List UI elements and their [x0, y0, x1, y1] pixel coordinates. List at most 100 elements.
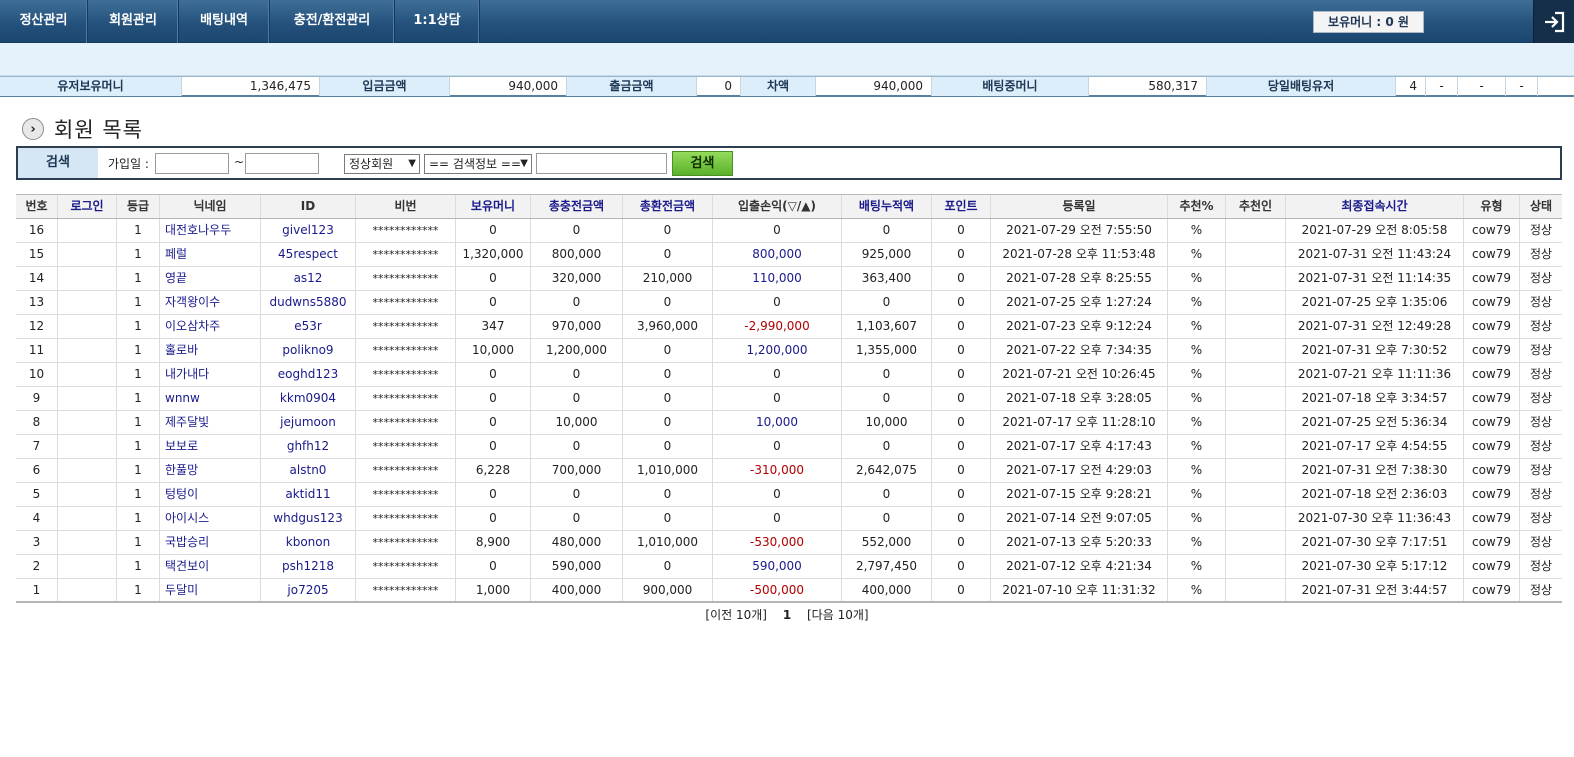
cell-nickname[interactable]: 자객왕이수	[160, 291, 261, 314]
col-header-money[interactable]: 보유머니	[456, 195, 531, 218]
table-row[interactable]: 11 1 홀로바 polikno9 ************ 10,000 1,200,00…	[16, 339, 1562, 363]
cell-id[interactable]: kbonon	[261, 531, 356, 554]
cell-id[interactable]: jejumoon	[261, 411, 356, 434]
cell-registered: 2021-07-13 오후 5:20:33	[991, 531, 1168, 554]
nav-item-charge-exchange[interactable]: 충전/환전관리	[270, 0, 395, 43]
current-page[interactable]: 1	[783, 608, 791, 622]
cell-id[interactable]: psh1218	[261, 555, 356, 578]
cell-id[interactable]: 45respect	[261, 243, 356, 266]
next-page-link[interactable]: [다음 10개]	[807, 608, 869, 622]
col-header-total-exchange[interactable]: 총환전금액	[623, 195, 713, 218]
table-row[interactable]: 12 1 이오삼차주 e53r ************ 347 970,000 3,960,…	[16, 315, 1562, 339]
table-row[interactable]: 7 1 보보로 ghfh12 ************ 0 0 0 0 0 0 2021-07-17 …	[16, 435, 1562, 459]
cell-id[interactable]: dudwns5880	[261, 291, 356, 314]
join-date-from-input[interactable]	[155, 153, 229, 174]
cell-nickname[interactable]: 두달미	[160, 579, 261, 601]
cell-id[interactable]: ghfh12	[261, 435, 356, 458]
cell-id[interactable]: as12	[261, 267, 356, 290]
col-header-point[interactable]: 포인트	[932, 195, 991, 218]
table-row[interactable]: 10 1 내가내다 eoghd123 ************ 0 0 0 0 0 0 2021-07…	[16, 363, 1562, 387]
cell-id[interactable]: kkm0904	[261, 387, 356, 410]
table-row[interactable]: 2 1 택견보이 psh1218 ************ 0 590,000 0 590,00…	[16, 555, 1562, 579]
col-header-no[interactable]: 번호	[16, 195, 58, 218]
col-header-password[interactable]: 비번	[356, 195, 456, 218]
col-header-registered[interactable]: 등록일	[991, 195, 1168, 218]
table-row[interactable]: 5 1 텅텅이 aktid11 ************ 0 0 0 0 0 0 2021-07-15…	[16, 483, 1562, 507]
cell-referral-percent: %	[1168, 339, 1226, 362]
pagination: [이전 10개] 1 [다음 10개]	[0, 606, 1574, 623]
cell-id[interactable]: eoghd123	[261, 363, 356, 386]
cell-nickname[interactable]: 이오삼차주	[160, 315, 261, 338]
cell-nickname[interactable]: 택견보이	[160, 555, 261, 578]
cell-nickname[interactable]: 제주달빛	[160, 411, 261, 434]
search-field-select[interactable]: == 검색정보 == ▼	[424, 154, 532, 174]
cell-last-access: 2021-07-31 오전 11:43:24	[1286, 243, 1464, 266]
table-row[interactable]: 8 1 제주달빛 jejumoon ************ 0 10,000 0 10,000…	[16, 411, 1562, 435]
cell-id[interactable]: aktid11	[261, 483, 356, 506]
nav-item-bets[interactable]: 배팅내역	[179, 0, 270, 43]
cell-nickname[interactable]: 보보로	[160, 435, 261, 458]
cell-id[interactable]: e53r	[261, 315, 356, 338]
table-row[interactable]: 16 1 대전호나우두 givel123 ************ 0 0 0 0 0 0 2021-…	[16, 219, 1562, 243]
cell-level: 1	[117, 267, 160, 290]
col-header-type[interactable]: 유형	[1464, 195, 1520, 218]
cell-id[interactable]: alstn0	[261, 459, 356, 482]
cell-registered: 2021-07-14 오전 9:07:05	[991, 507, 1168, 530]
nav-item-settlement[interactable]: 정산관리	[0, 0, 88, 43]
logout-button[interactable]	[1533, 0, 1574, 43]
table-row[interactable]: 1 1 두달미 jo7205 ************ 1,000 400,000 900,0…	[16, 579, 1562, 603]
col-header-status[interactable]: 상태	[1520, 195, 1562, 218]
cell-nickname[interactable]: 아이시스	[160, 507, 261, 530]
col-header-total-charge[interactable]: 총충전금액	[531, 195, 623, 218]
table-row[interactable]: 3 1 국밥승리 kbonon ************ 8,900 480,000 1,01…	[16, 531, 1562, 555]
col-header-bet-total[interactable]: 배팅누적액	[842, 195, 932, 218]
cell-nickname[interactable]: 페럴	[160, 243, 261, 266]
nav-item-members[interactable]: 회원관리	[88, 0, 179, 43]
cell-last-access: 2021-07-21 오후 11:11:36	[1286, 363, 1464, 386]
member-table: 번호 로그인 등급 닉네임 ID 비번 보유머니 총충전금액 총환전금액 입출손…	[16, 194, 1562, 603]
search-keyword-input[interactable]	[536, 153, 667, 174]
cell-id[interactable]: whdgus123	[261, 507, 356, 530]
cell-money: 0	[456, 555, 531, 578]
col-header-nickname[interactable]: 닉네임	[160, 195, 261, 218]
cell-id[interactable]: jo7205	[261, 579, 356, 601]
col-header-login[interactable]: 로그인	[58, 195, 117, 218]
cell-no: 15	[16, 243, 58, 266]
col-header-referral-percent[interactable]: 추천%	[1168, 195, 1226, 218]
nav-item-support[interactable]: 1:1상담	[395, 0, 480, 43]
table-row[interactable]: 15 1 페럴 45respect ************ 1,320,000 800,0…	[16, 243, 1562, 267]
cell-money: 0	[456, 411, 531, 434]
member-status-select[interactable]: 정상회원 ▼	[344, 154, 420, 174]
table-row[interactable]: 13 1 자객왕이수 dudwns5880 ************ 0 0 0 0 0 0 2021…	[16, 291, 1562, 315]
table-row[interactable]: 6 1 한풀망 alstn0 ************ 6,228 700,000 1,010…	[16, 459, 1562, 483]
prev-page-link[interactable]: [이전 10개]	[705, 608, 767, 622]
cell-password: ************	[356, 219, 456, 242]
table-row[interactable]: 4 1 아이시스 whdgus123 ************ 0 0 0 0 0 0 2021-07…	[16, 507, 1562, 531]
col-header-profit[interactable]: 입출손익(▽/▲)	[713, 195, 842, 218]
col-header-referrer[interactable]: 추천인	[1226, 195, 1286, 218]
cell-no: 9	[16, 387, 58, 410]
table-row[interactable]: 14 1 영끝 as12 ************ 0 320,000 210,000 110,…	[16, 267, 1562, 291]
cell-nickname[interactable]: 내가내다	[160, 363, 261, 386]
cell-nickname[interactable]: 한풀망	[160, 459, 261, 482]
betting-money-label: 배팅중머니	[932, 77, 1089, 96]
join-date-to-input[interactable]	[245, 153, 319, 174]
cell-id[interactable]: givel123	[261, 219, 356, 242]
cell-nickname[interactable]: 국밥승리	[160, 531, 261, 554]
cell-nickname[interactable]: 홀로바	[160, 339, 261, 362]
cell-id[interactable]: polikno9	[261, 339, 356, 362]
search-button[interactable]: 검색	[672, 151, 733, 176]
cell-nickname[interactable]: 영끝	[160, 267, 261, 290]
cell-money: 0	[456, 291, 531, 314]
col-header-level[interactable]: 등급	[117, 195, 160, 218]
cell-profit: 10,000	[713, 411, 842, 434]
cell-nickname[interactable]: 텅텅이	[160, 483, 261, 506]
cell-last-access: 2021-07-30 오후 11:36:43	[1286, 507, 1464, 530]
cell-nickname[interactable]: 대전호나우두	[160, 219, 261, 242]
cell-nickname[interactable]: wnnw	[160, 387, 261, 410]
table-row[interactable]: 9 1 wnnw kkm0904 ************ 0 0 0 0 0 0 2021-07-1…	[16, 387, 1562, 411]
cell-level: 1	[117, 219, 160, 242]
cell-total-charge: 700,000	[531, 459, 623, 482]
col-header-id[interactable]: ID	[261, 195, 356, 218]
col-header-last-access[interactable]: 최종접속시간	[1286, 195, 1464, 218]
